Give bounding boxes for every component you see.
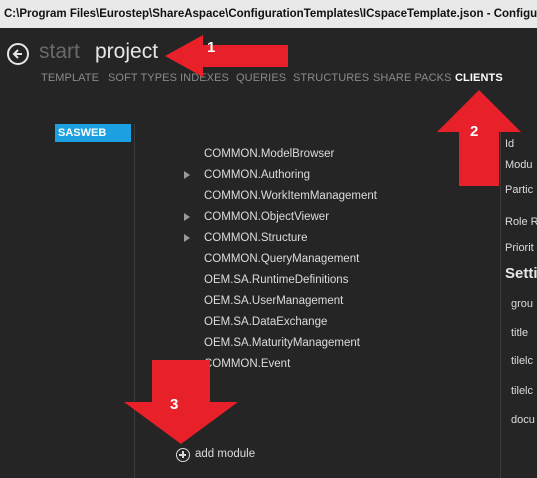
setting-item: tilelc xyxy=(511,385,534,397)
expand-triangle-icon[interactable] xyxy=(184,234,190,242)
module-item[interactable]: OEM.SA.DataExchange xyxy=(204,316,327,328)
annotation-number-1: 1 xyxy=(207,39,216,56)
add-module-label: add module xyxy=(195,448,256,460)
module-item[interactable]: OEM.SA.MaturityManagement xyxy=(204,337,360,349)
module-item[interactable]: COMMON.ModelBrowser xyxy=(204,148,334,160)
expand-triangle-icon[interactable] xyxy=(184,171,190,179)
annotation-number-3: 3 xyxy=(170,396,179,413)
setting-item: docu xyxy=(511,414,535,426)
arrow-left-icon xyxy=(12,49,22,59)
plus-circle-icon xyxy=(176,448,190,462)
module-item[interactable]: COMMON.Structure xyxy=(204,232,308,244)
expand-triangle-icon[interactable] xyxy=(184,213,190,221)
module-item[interactable]: COMMON.WorkItemManagement xyxy=(204,190,377,202)
window-title: C:\Program Files\Eurostep\ShareAspace\Co… xyxy=(0,0,537,28)
back-button[interactable] xyxy=(7,43,29,65)
module-item[interactable]: COMMON.ObjectViewer xyxy=(204,211,329,223)
setting-item: grou xyxy=(511,298,534,310)
annotation-number-2: 2 xyxy=(470,123,479,140)
property-label-priority: Priorit xyxy=(505,242,534,254)
breadcrumb-start[interactable]: start xyxy=(39,40,80,64)
tab-template[interactable]: TEMPLATE xyxy=(41,72,99,84)
tab-structures[interactable]: STRUCTURES xyxy=(293,72,369,84)
setting-item: tilelc xyxy=(511,355,534,367)
annotation-arrow-2 xyxy=(437,90,521,186)
property-label-role: Role R xyxy=(505,216,537,228)
module-item[interactable]: COMMON.Authoring xyxy=(204,169,310,181)
settings-heading: Setti xyxy=(505,265,537,282)
module-item[interactable]: COMMON.QueryManagement xyxy=(204,253,359,265)
annotation-arrow-3 xyxy=(124,360,238,444)
tab-share-packs[interactable]: SHARE PACKS xyxy=(373,72,452,84)
tab-clients[interactable]: CLIENTS xyxy=(455,72,503,84)
module-item[interactable]: OEM.SA.RuntimeDefinitions xyxy=(204,274,348,286)
client-item-sasweb[interactable]: SASWEB xyxy=(55,124,131,142)
annotation-arrow-1 xyxy=(165,35,288,77)
module-item[interactable]: OEM.SA.UserManagement xyxy=(204,295,343,307)
setting-item: title xyxy=(511,327,529,339)
breadcrumb-current: project xyxy=(95,40,159,63)
